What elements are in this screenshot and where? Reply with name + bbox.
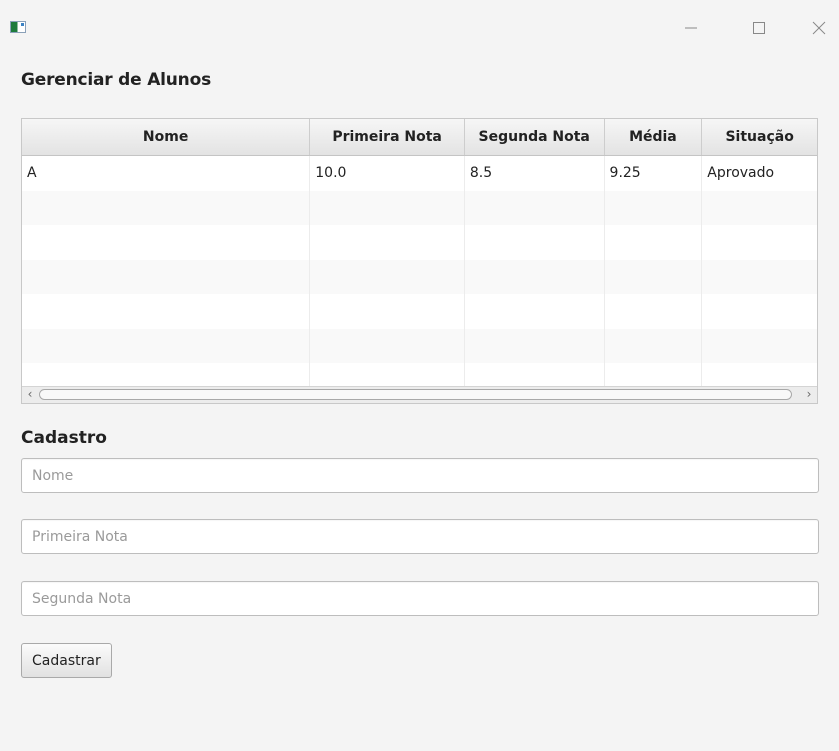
segunda-nota-input[interactable] <box>21 581 819 616</box>
empty-table-row <box>22 328 817 363</box>
minimize-icon <box>685 27 697 29</box>
title-bar <box>0 0 839 48</box>
cell-situacao: Aprovado <box>707 165 775 181</box>
nome-input[interactable] <box>21 458 819 493</box>
column-header-nome[interactable]: Nome <box>22 119 311 155</box>
scrollbar-thumb[interactable] <box>39 389 792 400</box>
students-table[interactable]: Nome Primeira Nota Segunda Nota Média Si… <box>21 118 818 404</box>
horizontal-scrollbar[interactable]: ‹ › <box>22 386 817 403</box>
maximize-button[interactable] <box>736 14 782 42</box>
cell-primeira-nota: 10.0 <box>310 156 465 191</box>
column-header-situacao[interactable]: Situação <box>702 119 817 155</box>
page-title: Gerenciar de Alunos <box>21 70 211 90</box>
form-section-title: Cadastro <box>21 428 107 448</box>
cell-media: 9.25 <box>605 156 703 191</box>
app-icon <box>10 21 26 33</box>
empty-table-row <box>22 259 817 294</box>
cell-nome: A <box>22 156 311 191</box>
chevron-left-icon[interactable]: ‹ <box>22 387 38 403</box>
table-header: Nome Primeira Nota Segunda Nota Média Si… <box>22 119 817 156</box>
maximize-icon <box>753 22 765 34</box>
app-window: Gerenciar de Alunos Nome Primeira Nota S… <box>0 0 839 751</box>
table-row[interactable]: A 10.0 8.5 9.25 Aprovado <box>22 156 817 191</box>
close-icon <box>812 21 826 35</box>
chevron-right-icon[interactable]: › <box>801 387 817 403</box>
empty-table-row <box>22 294 817 329</box>
close-button[interactable] <box>796 14 839 42</box>
table-body: A 10.0 8.5 9.25 Aprovado <box>22 156 817 398</box>
column-header-primeira-nota[interactable]: Primeira Nota <box>310 119 465 155</box>
primeira-nota-input[interactable] <box>21 519 819 554</box>
empty-table-row <box>22 225 817 260</box>
cell-segunda-nota: 8.5 <box>465 156 605 191</box>
minimize-button[interactable] <box>668 14 714 42</box>
column-header-media[interactable]: Média <box>605 119 703 155</box>
column-header-segunda-nota[interactable]: Segunda Nota <box>465 119 605 155</box>
cadastrar-button[interactable]: Cadastrar <box>21 643 112 678</box>
empty-table-row <box>22 190 817 225</box>
